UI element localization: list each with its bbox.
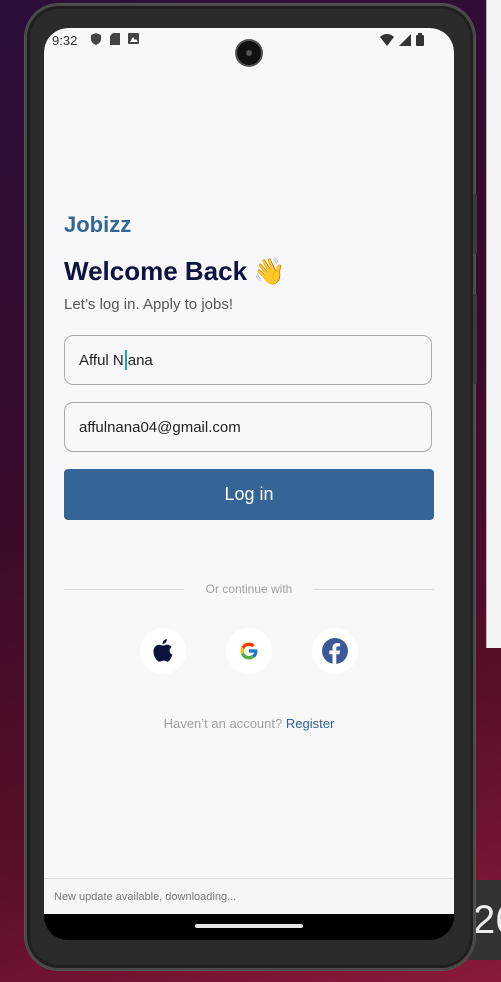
text-caret [124, 350, 127, 370]
name-input[interactable]: Afful Nana [64, 335, 432, 385]
facebook-icon [322, 638, 348, 664]
app-brand: Jobizz [64, 212, 132, 237]
shield-icon [91, 33, 101, 45]
battery-icon [416, 33, 424, 46]
login-button[interactable]: Log in [64, 469, 434, 520]
phone-screen: 9:32 Jobizz Welcome Back 👋 Let’s log in.… [44, 28, 454, 940]
sd-card-icon [110, 33, 120, 45]
home-indicator[interactable] [195, 924, 303, 928]
front-camera [237, 41, 261, 65]
email-value: affulnana04@gmail.com [79, 418, 241, 436]
divider-line-right [314, 589, 434, 590]
volume-button[interactable] [473, 294, 477, 384]
register-prompt-text: Haven’t an account? [163, 716, 283, 731]
register-prompt: Haven’t an account? Register [44, 716, 454, 731]
register-link[interactable]: Register [286, 716, 334, 731]
power-button[interactable] [473, 194, 477, 254]
wifi-icon [380, 33, 394, 46]
welcome-title: Welcome Back 👋 [64, 256, 285, 287]
facebook-login-button[interactable] [312, 628, 358, 674]
update-banner: New update available, downloading... [44, 878, 454, 914]
desktop-side-panel [486, 0, 501, 648]
google-icon [240, 642, 258, 660]
name-value-start: Afful N [79, 351, 124, 369]
signal-icon [399, 33, 411, 46]
status-left-icons [90, 33, 139, 45]
update-banner-text: New update available, downloading... [54, 890, 237, 903]
status-time: 9:32 [52, 33, 78, 48]
wave-emoji-icon: 👋 [253, 256, 286, 286]
subtitle: Let’s log in. Apply to jobs! [64, 296, 233, 313]
login-button-label: Log in [224, 484, 274, 504]
name-value-end: ana [127, 351, 153, 369]
login-screen: 9:32 Jobizz Welcome Back 👋 Let’s log in.… [44, 28, 454, 914]
welcome-text: Welcome Back [64, 256, 248, 286]
apple-icon [153, 639, 173, 662]
email-input[interactable]: affulnana04@gmail.com [64, 402, 432, 452]
google-login-button[interactable] [226, 628, 272, 674]
image-icon [128, 33, 139, 44]
status-right-icons [380, 33, 424, 46]
apple-login-button[interactable] [140, 628, 186, 674]
